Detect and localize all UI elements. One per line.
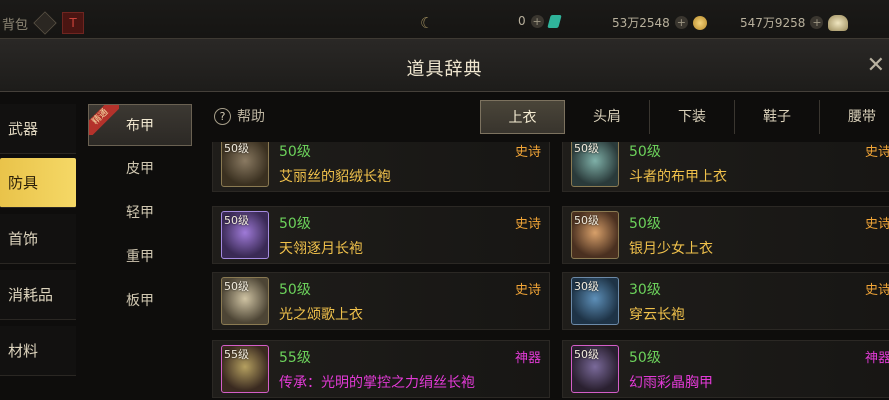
- money-bag-icon: [828, 14, 849, 31]
- item-card[interactable]: 50级 50级 银月少女上衣 史诗: [562, 206, 889, 264]
- gem-icon: [546, 14, 562, 28]
- item-level: 50级: [629, 144, 661, 160]
- resource-c: 547万9258 +: [740, 14, 849, 31]
- category-armor[interactable]: 防具: [0, 158, 76, 208]
- item-card[interactable]: 50级 50级 光之颂歌上衣 史诗: [212, 272, 550, 330]
- item-name: 传承：光明的掌控之力绢丝长袍: [279, 375, 475, 391]
- item-card[interactable]: 50级 50级 斗者的布甲上衣 史诗: [562, 142, 889, 192]
- window-title-bar: 道具辞典 ✕: [0, 38, 889, 92]
- item-name: 光之颂歌上衣: [279, 307, 363, 323]
- settings-diamond-icon[interactable]: [33, 11, 57, 35]
- category-consumable[interactable]: 消耗品: [0, 270, 76, 320]
- item-level-tag: 50级: [574, 348, 599, 361]
- item-level: 55级: [279, 350, 311, 366]
- item-rarity: 史诗: [864, 145, 889, 160]
- item-level-tag: 50级: [224, 214, 249, 227]
- item-level: 50级: [279, 144, 311, 160]
- item-level-tag: 50级: [224, 280, 249, 293]
- item-rarity: 史诗: [864, 283, 889, 298]
- coat-icon: 50级: [571, 211, 619, 259]
- item-level-tag: 55级: [224, 348, 249, 361]
- armor-type-list: 精通 布甲 皮甲 轻甲 重甲 板甲: [86, 100, 194, 400]
- add-icon[interactable]: +: [674, 16, 688, 29]
- armor-icon: 50级: [571, 142, 619, 187]
- subcategory-leather[interactable]: 皮甲: [88, 148, 192, 190]
- top-left-group: 背包 T: [0, 11, 85, 35]
- item-rarity: 史诗: [514, 217, 541, 232]
- category-weapon[interactable]: 武器: [0, 104, 76, 154]
- item-level-tag: 30级: [574, 280, 599, 293]
- item-grid: 50级 50级 艾丽丝的貂绒长袍 史诗 50级 50级 斗者的布甲上衣 史诗 5…: [212, 142, 889, 400]
- resource-c-value: 547万9258: [740, 16, 806, 30]
- add-icon[interactable]: +: [810, 16, 824, 29]
- bag-label[interactable]: 背包: [0, 14, 28, 33]
- item-name: 天翎逐月长袍: [279, 241, 363, 257]
- add-icon[interactable]: +: [530, 14, 544, 28]
- item-card[interactable]: 50级 50级 天翎逐月长袍 史诗: [212, 206, 550, 264]
- scroll-icon: 50级: [221, 277, 269, 325]
- item-level: 50级: [279, 216, 311, 232]
- tab-belt[interactable]: 腰带: [820, 100, 889, 134]
- item-card[interactable]: 55级 55级 传承：光明的掌控之力绢丝长袍 神器: [212, 340, 550, 398]
- tab-shoulder[interactable]: 头肩: [565, 100, 650, 134]
- robe-icon: 50级: [221, 142, 269, 187]
- crescent-icon: ☾: [420, 14, 434, 32]
- robe-icon: 30级: [571, 277, 619, 325]
- mastery-ribbon: 精通: [89, 105, 119, 135]
- item-rarity: 神器: [514, 351, 541, 366]
- item-card[interactable]: 50级 50级 幻雨彩晶胸甲 神器: [562, 340, 889, 398]
- category-sidebar: 武器 防具 首饰 消耗品 材料: [0, 100, 78, 400]
- item-name: 穿云长袍: [629, 307, 685, 323]
- item-name: 艾丽丝的貂绒长袍: [279, 169, 391, 185]
- subcategory-plate[interactable]: 板甲: [88, 280, 192, 322]
- item-level: 50级: [629, 216, 661, 232]
- item-name: 斗者的布甲上衣: [629, 169, 727, 185]
- item-rarity: 史诗: [514, 283, 541, 298]
- item-rarity: 神器: [864, 351, 889, 366]
- item-rarity: 史诗: [514, 145, 541, 160]
- item-level: 50级: [629, 350, 661, 366]
- item-level: 50级: [279, 282, 311, 298]
- ribbon-label: 精通: [89, 105, 119, 135]
- tab-shoes[interactable]: 鞋子: [735, 100, 820, 134]
- item-level-tag: 50级: [574, 214, 599, 227]
- tab-top[interactable]: 上衣: [480, 100, 565, 134]
- page-title: 道具辞典: [406, 59, 483, 80]
- resource-a-value: 0: [518, 14, 526, 28]
- breastplate-icon: 50级: [571, 345, 619, 393]
- item-level: 30级: [629, 282, 661, 298]
- tab-bottom[interactable]: 下装: [650, 100, 735, 134]
- item-card[interactable]: 50级 50级 艾丽丝的貂绒长袍 史诗: [212, 142, 550, 192]
- subcategory-heavy[interactable]: 重甲: [88, 236, 192, 278]
- item-name: 银月少女上衣: [629, 241, 713, 257]
- rank-badge-icon[interactable]: T: [62, 12, 85, 34]
- item-level-tag: 50级: [224, 142, 249, 155]
- item-card[interactable]: 30级 30级 穿云长袍 史诗: [562, 272, 889, 330]
- gold-coin-icon: [692, 15, 707, 30]
- question-icon: ?: [214, 107, 231, 125]
- resource-b: 53万2548 +: [612, 14, 707, 31]
- resource-a: 0 +: [518, 14, 562, 28]
- help-button[interactable]: ? 帮助: [214, 106, 265, 126]
- item-name: 幻雨彩晶胸甲: [629, 375, 713, 391]
- subcategory-label: 布甲: [126, 118, 154, 134]
- category-material[interactable]: 材料: [0, 326, 76, 376]
- help-label: 帮助: [237, 109, 265, 125]
- robe-icon: 55级: [221, 345, 269, 393]
- item-rarity: 史诗: [864, 217, 889, 232]
- close-icon[interactable]: ✕: [867, 53, 885, 78]
- subcategory-cloth[interactable]: 精通 布甲: [88, 104, 192, 146]
- category-accessory[interactable]: 首饰: [0, 214, 76, 264]
- subcategory-light[interactable]: 轻甲: [88, 192, 192, 234]
- slot-tabs: 上衣 头肩 下装 鞋子 腰带: [480, 100, 889, 134]
- item-level-tag: 50级: [574, 142, 599, 155]
- robe-icon: 50级: [221, 211, 269, 259]
- resource-b-value: 53万2548: [612, 16, 670, 30]
